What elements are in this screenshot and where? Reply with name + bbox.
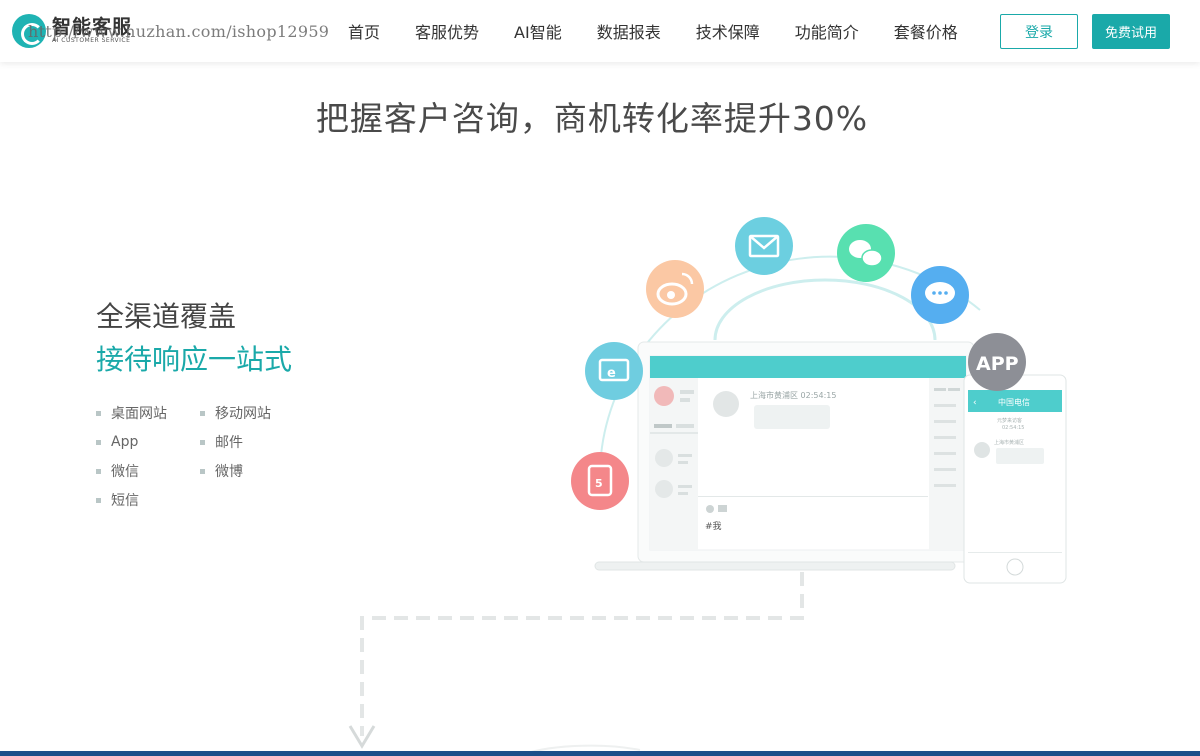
desktop-topbar bbox=[650, 356, 966, 378]
image-icon bbox=[718, 505, 727, 512]
inner-arc bbox=[713, 278, 937, 341]
mail-icon bbox=[735, 217, 793, 275]
avatar bbox=[654, 386, 674, 406]
phone-meta-2: 02:54:15 bbox=[1002, 425, 1024, 431]
channel-label: 移动网站 bbox=[215, 406, 271, 422]
feature-title: 全渠道覆盖 bbox=[96, 300, 237, 333]
nav-item-tech[interactable]: 技术保障 bbox=[696, 19, 760, 43]
bullet-icon bbox=[96, 410, 101, 416]
login-button[interactable]: 登录 bbox=[1000, 14, 1078, 49]
bullet-icon bbox=[200, 439, 205, 445]
ie-icon: e bbox=[585, 342, 643, 400]
mobile-phone: ‹ 中国电信 元梦来访客 02:54:15 上海市黄浦区 bbox=[963, 374, 1067, 584]
svg-text:5: 5 bbox=[595, 477, 603, 490]
feature-subtitle: 接待响应一站式 bbox=[96, 343, 293, 376]
chat-bubble-icon bbox=[911, 266, 969, 324]
channel-label: 桌面网站 bbox=[111, 406, 167, 422]
channel-item: 邮件 bbox=[200, 433, 310, 451]
bottom-bar bbox=[0, 751, 1200, 756]
free-trial-button[interactable]: 免费试用 bbox=[1092, 14, 1170, 49]
page-headline: 把握客户咨询，商机转化率提升30% bbox=[315, 99, 869, 138]
channel-label: 微博 bbox=[215, 464, 243, 480]
channel-label: 微信 bbox=[111, 464, 139, 480]
phone-meta-1: 元梦来访客 bbox=[997, 417, 1022, 424]
flow-connector bbox=[348, 572, 804, 756]
top-header: 智能客服 AI CUSTOMER SERVICE http://www.huzh… bbox=[0, 0, 1200, 62]
nav-item-reports[interactable]: 数据报表 bbox=[597, 19, 661, 43]
back-icon: ‹ bbox=[973, 398, 977, 408]
wechat-icon bbox=[837, 224, 895, 282]
channel-label: App bbox=[111, 434, 139, 450]
nav-item-advantages[interactable]: 客服优势 bbox=[415, 19, 479, 43]
desktop-location-text: 上海市黄浦区 02:54:15 bbox=[750, 390, 836, 400]
channel-label: 短信 bbox=[111, 493, 139, 509]
app-icon: APP bbox=[968, 333, 1026, 391]
bullet-icon bbox=[200, 468, 205, 474]
bullet-icon bbox=[96, 497, 101, 503]
app-icon-label: APP bbox=[976, 353, 1019, 375]
html5-icon: 5 bbox=[571, 452, 629, 510]
phone-location: 上海市黄浦区 bbox=[994, 439, 1024, 446]
phone-title: 中国电信 bbox=[998, 397, 1030, 407]
laptop: 上海市黄浦区 02:54:15 #我 bbox=[594, 341, 975, 571]
visitor-avatar bbox=[713, 391, 739, 417]
watermark-text: http://www.huzhan.com/ishop12959 bbox=[28, 22, 330, 41]
bullet-icon bbox=[96, 439, 101, 445]
channel-list: 桌面网站 移动网站 App 邮件 微信 微博 短信 bbox=[96, 404, 316, 509]
bullet-icon bbox=[96, 468, 101, 474]
dashed-line bbox=[360, 572, 804, 736]
nav-item-ai[interactable]: AI智能 bbox=[514, 19, 562, 43]
channel-item: 桌面网站 bbox=[96, 404, 200, 422]
channel-item: 短信 bbox=[96, 491, 200, 509]
channel-label: 邮件 bbox=[215, 435, 243, 451]
channel-item: App bbox=[96, 433, 200, 451]
omnichannel-illustration: 上海市黄浦区 02:54:15 #我 ‹ 中国电信 元梦来访客 02:54:15… bbox=[571, 217, 1067, 584]
nav-item-pricing[interactable]: 套餐价格 bbox=[894, 19, 958, 43]
nav-item-home[interactable]: 首页 bbox=[348, 19, 380, 43]
svg-text:e: e bbox=[607, 366, 616, 381]
channel-item: 微信 bbox=[96, 462, 200, 480]
bullet-icon bbox=[200, 410, 205, 416]
nav-item-features[interactable]: 功能简介 bbox=[795, 19, 859, 43]
phone-avatar bbox=[974, 442, 990, 458]
weibo-icon bbox=[646, 260, 704, 318]
desktop-input-text: #我 bbox=[705, 521, 722, 532]
emoji-icon bbox=[706, 505, 714, 513]
main-nav: 首页 客服优势 AI智能 数据报表 技术保障 功能简介 套餐价格 bbox=[348, 0, 993, 62]
channel-item: 微博 bbox=[200, 462, 310, 480]
channel-item: 移动网站 bbox=[200, 404, 310, 422]
